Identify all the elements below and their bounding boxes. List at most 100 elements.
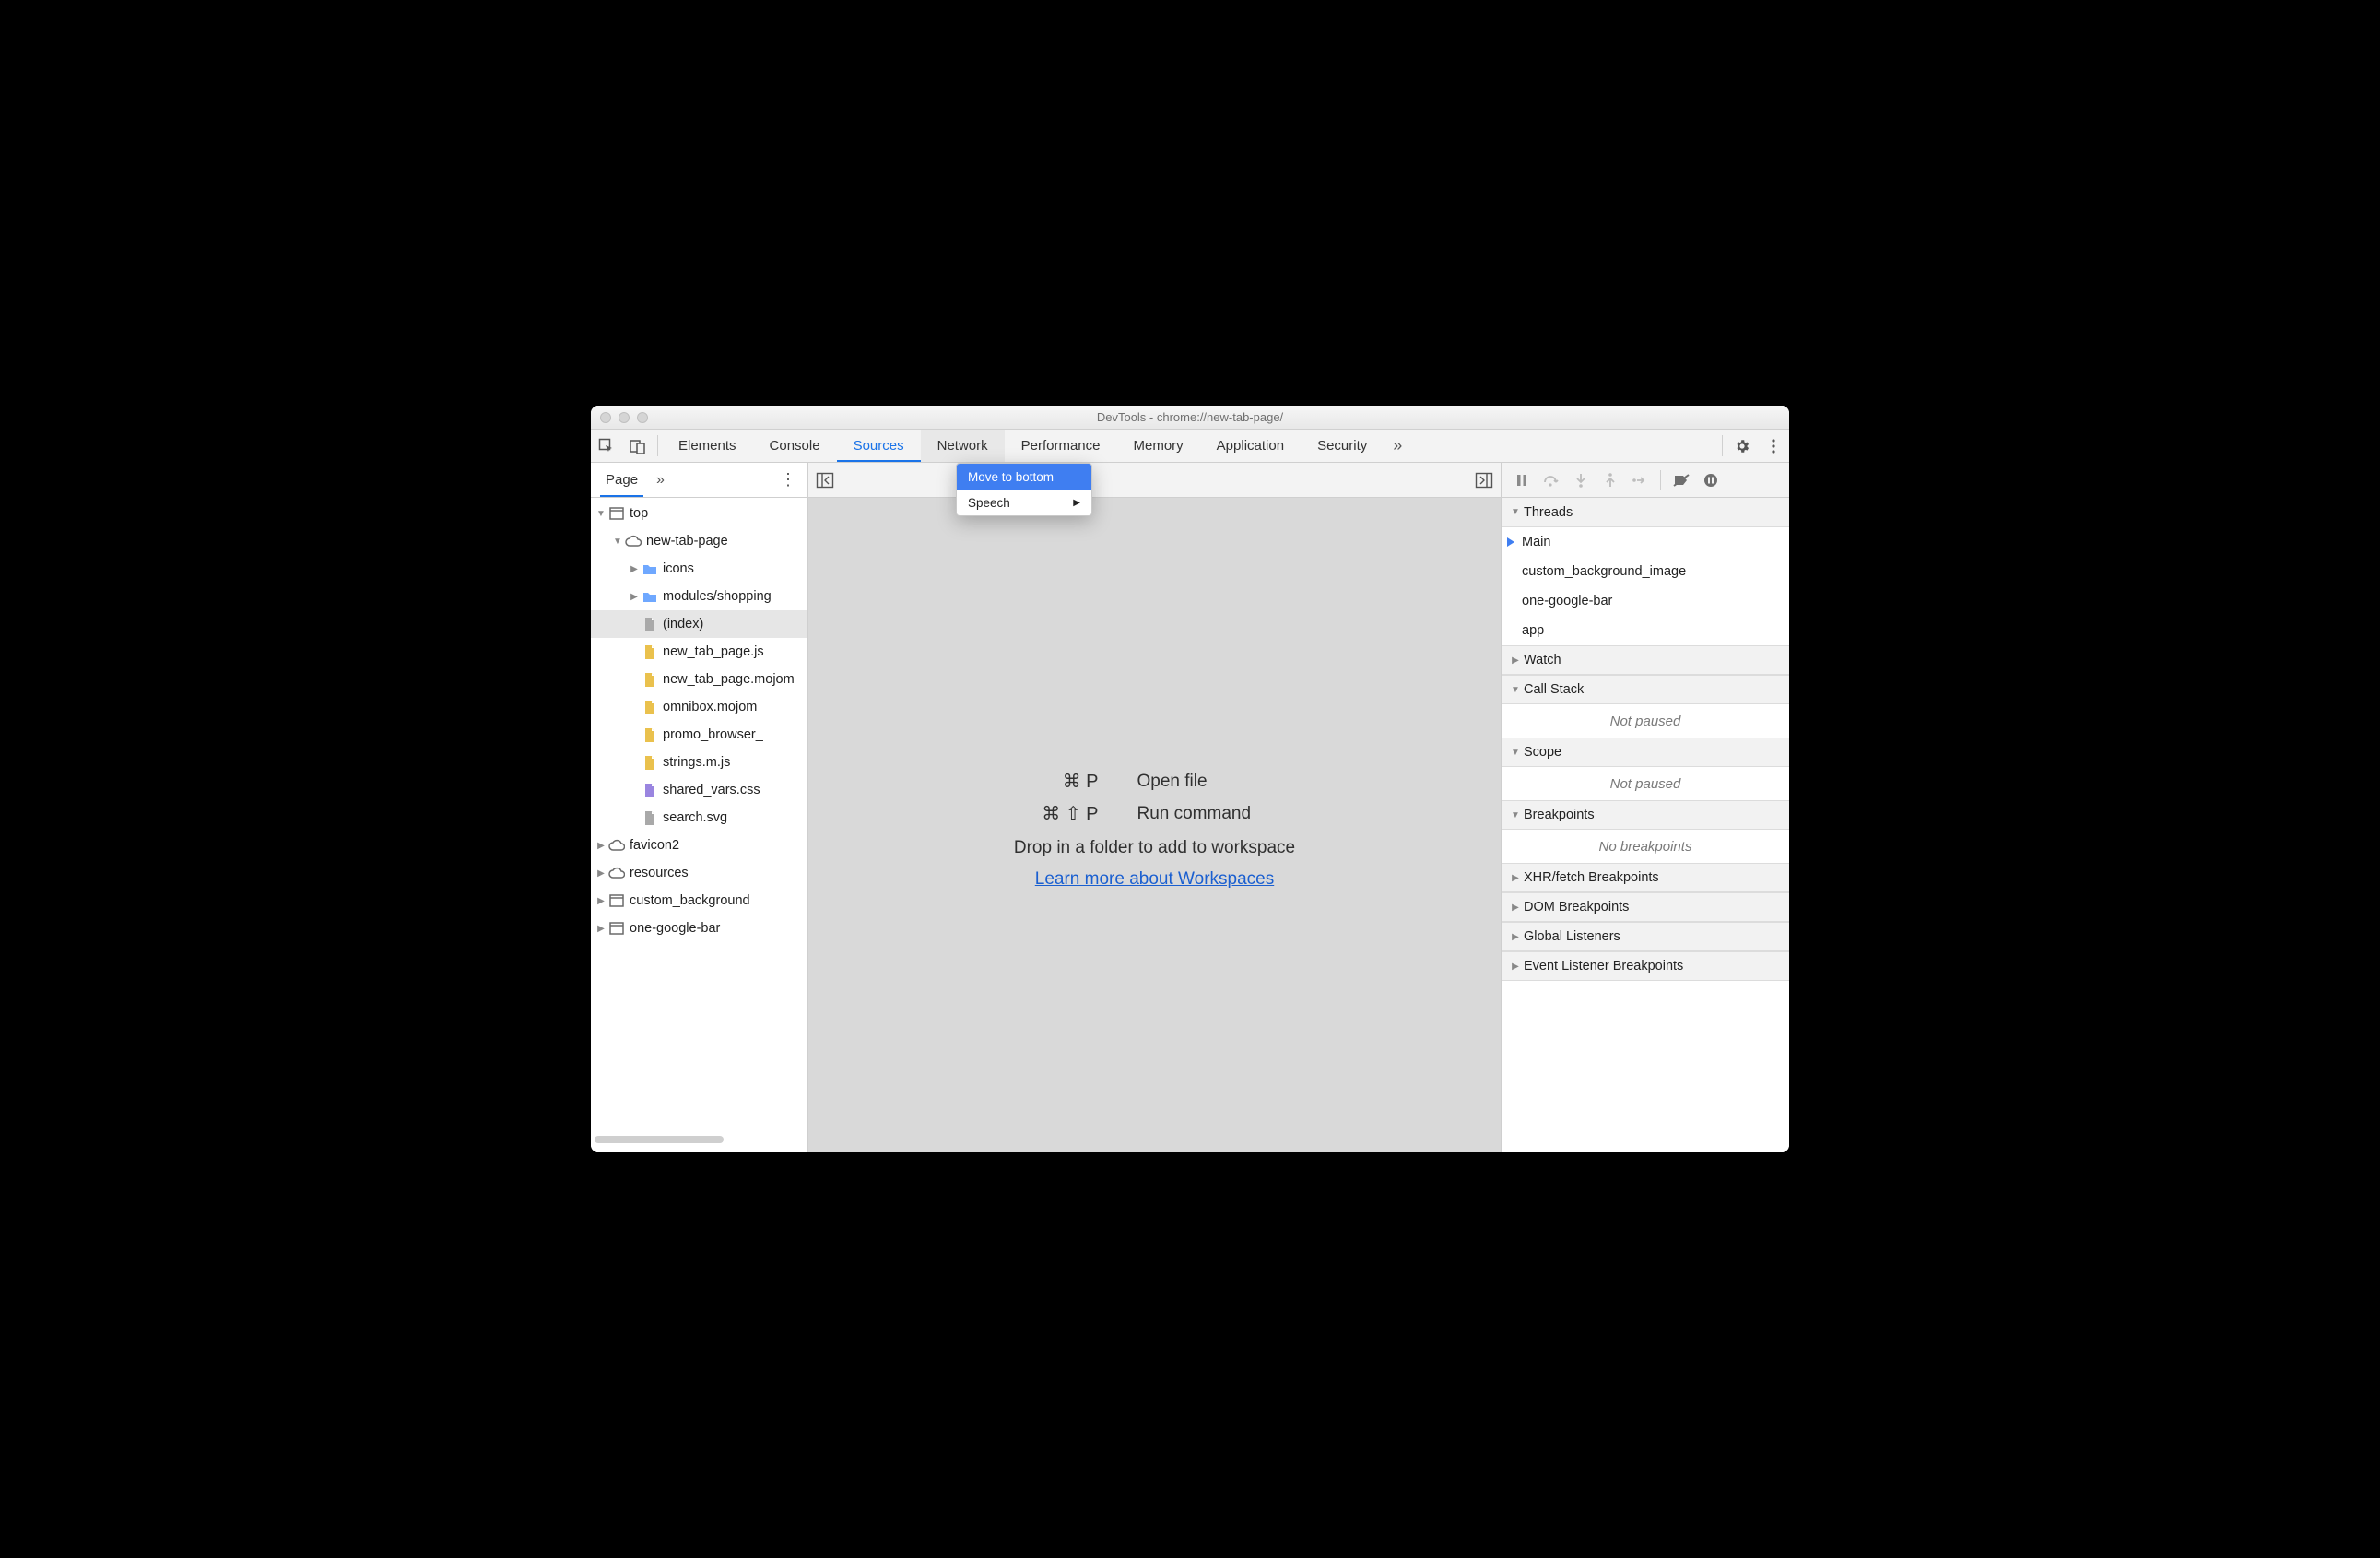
section-header[interactable]: ▶XHR/fetch Breakpoints xyxy=(1502,863,1789,892)
tree-node[interactable]: ▼new-tab-page xyxy=(591,527,807,555)
tree-node[interactable]: (index) xyxy=(591,610,807,638)
debugger-toolbar xyxy=(1502,463,1789,498)
thread-item[interactable]: app xyxy=(1502,616,1789,645)
debugger-sections: ▼ThreadsMaincustom_background_imageone-g… xyxy=(1502,498,1789,981)
traffic-lights xyxy=(600,412,648,423)
frame-icon xyxy=(607,507,626,520)
js-icon xyxy=(641,645,659,659)
tree-node[interactable]: shared_vars.css xyxy=(591,776,807,804)
section-body: Maincustom_background_imageone-google-ba… xyxy=(1502,527,1789,645)
thread-item[interactable]: Main xyxy=(1502,527,1789,557)
minimize-dot[interactable] xyxy=(619,412,630,423)
navigator-panel: Page » ⋮ ▼top▼new-tab-page▶icons▶modules… xyxy=(591,463,808,1152)
zoom-dot[interactable] xyxy=(637,412,648,423)
shortcut-label: Open file xyxy=(1137,772,1293,792)
tab-application[interactable]: Application xyxy=(1200,430,1301,462)
navigator-more-icon[interactable]: » xyxy=(656,472,665,489)
menu-item[interactable]: Move to bottom xyxy=(957,464,1091,490)
shortcut-label: Run command xyxy=(1137,804,1293,824)
file-tree: ▼top▼new-tab-page▶icons▶modules/shopping… xyxy=(591,498,807,1130)
editor-empty-body: ⌘ P Open file ⌘ ⇧ P Run command Drop in … xyxy=(808,498,1501,1152)
tab-performance[interactable]: Performance xyxy=(1005,430,1117,462)
more-tabs-icon[interactable]: » xyxy=(1384,430,1411,462)
tree-node[interactable]: ▶icons xyxy=(591,555,807,583)
shortcut-keys: ⌘ P xyxy=(1015,770,1098,793)
folder-icon xyxy=(641,591,659,603)
section-body: No breakpoints xyxy=(1502,830,1789,863)
editor-header xyxy=(808,463,1501,498)
workspace-hint: Drop in a folder to add to workspace xyxy=(1014,838,1295,858)
folder-icon xyxy=(641,563,659,575)
step-out-icon[interactable] xyxy=(1597,467,1623,493)
section-header[interactable]: ▼Breakpoints xyxy=(1502,800,1789,830)
step-icon[interactable] xyxy=(1627,467,1653,493)
section-header[interactable]: ▼Call Stack xyxy=(1502,675,1789,704)
tab-console[interactable]: Console xyxy=(753,430,837,462)
context-menu: Move to bottomSpeech▶ xyxy=(956,463,1092,516)
tree-node[interactable]: strings.m.js xyxy=(591,749,807,776)
tab-memory[interactable]: Memory xyxy=(1117,430,1200,462)
thread-item[interactable]: one-google-bar xyxy=(1502,586,1789,616)
tree-node[interactable]: search.svg xyxy=(591,804,807,832)
editor-panel: ⌘ P Open file ⌘ ⇧ P Run command Drop in … xyxy=(808,463,1502,1152)
pause-icon[interactable] xyxy=(1509,467,1535,493)
toggle-debugger-icon[interactable] xyxy=(1475,471,1493,490)
tree-node[interactable]: omnibox.mojom xyxy=(591,693,807,721)
tree-node[interactable]: new_tab_page.js xyxy=(591,638,807,666)
separator xyxy=(657,435,658,456)
section-header[interactable]: ▼Threads xyxy=(1502,498,1789,527)
section-body: Not paused xyxy=(1502,704,1789,738)
tree-node[interactable]: new_tab_page.mojom xyxy=(591,666,807,693)
tab-sources[interactable]: Sources xyxy=(837,430,921,462)
frame-icon xyxy=(607,922,626,935)
tree-node[interactable]: ▶modules/shopping xyxy=(591,583,807,610)
h-scrollbar[interactable] xyxy=(595,1136,804,1147)
js-icon xyxy=(641,701,659,714)
deactivate-breakpoints-icon[interactable] xyxy=(1668,467,1694,493)
panels-body: Page » ⋮ ▼top▼new-tab-page▶icons▶modules… xyxy=(591,463,1789,1152)
step-over-icon[interactable] xyxy=(1538,467,1564,493)
thread-item[interactable]: custom_background_image xyxy=(1502,557,1789,586)
tree-node[interactable]: ▼top xyxy=(591,500,807,527)
devtools-window: DevTools - chrome://new-tab-page/ Elemen… xyxy=(591,406,1789,1152)
navigator-header: Page » ⋮ xyxy=(591,463,807,498)
tree-node[interactable]: promo_browser_ xyxy=(591,721,807,749)
step-into-icon[interactable] xyxy=(1568,467,1594,493)
navigator-tab-page[interactable]: Page xyxy=(600,463,643,497)
section-header[interactable]: ▶Global Listeners xyxy=(1502,922,1789,951)
inspect-icon[interactable] xyxy=(591,430,622,462)
js-icon xyxy=(641,728,659,742)
section-header[interactable]: ▼Scope xyxy=(1502,738,1789,767)
section-header[interactable]: ▶Event Listener Breakpoints xyxy=(1502,951,1789,981)
window-title: DevTools - chrome://new-tab-page/ xyxy=(591,410,1789,424)
workspace-link[interactable]: Learn more about Workspaces xyxy=(1035,869,1274,890)
cloud-icon xyxy=(624,535,642,548)
tab-elements[interactable]: Elements xyxy=(662,430,753,462)
debugger-panel: ▼ThreadsMaincustom_background_imageone-g… xyxy=(1502,463,1789,1152)
section-header[interactable]: ▶DOM Breakpoints xyxy=(1502,892,1789,922)
kebab-menu-icon[interactable] xyxy=(1758,430,1789,462)
js-icon xyxy=(641,673,659,687)
pause-on-exceptions-icon[interactable] xyxy=(1698,467,1724,493)
empty-hint: ⌘ P Open file ⌘ ⇧ P Run command Drop in … xyxy=(1014,761,1295,890)
toggle-navigator-icon[interactable] xyxy=(816,471,834,490)
separator xyxy=(1722,435,1723,456)
tree-node[interactable]: ▶resources xyxy=(591,859,807,887)
device-toggle-icon[interactable] xyxy=(622,430,654,462)
tab-security[interactable]: Security xyxy=(1301,430,1384,462)
section-header[interactable]: ▶Watch xyxy=(1502,645,1789,675)
empty-message: Not paused xyxy=(1502,767,1789,800)
empty-message: Not paused xyxy=(1502,704,1789,738)
menu-item[interactable]: Speech▶ xyxy=(957,490,1091,515)
cloud-icon xyxy=(607,867,626,879)
navigator-menu-icon[interactable]: ⋮ xyxy=(774,470,802,490)
js-icon xyxy=(641,756,659,770)
settings-icon[interactable] xyxy=(1726,430,1758,462)
tree-node[interactable]: ▶favicon2 xyxy=(591,832,807,859)
css-icon xyxy=(641,784,659,797)
section-body: Not paused xyxy=(1502,767,1789,800)
tree-node[interactable]: ▶one-google-bar xyxy=(591,915,807,942)
tree-node[interactable]: ▶custom_background xyxy=(591,887,807,915)
tab-network[interactable]: Network xyxy=(921,430,1005,462)
close-dot[interactable] xyxy=(600,412,611,423)
